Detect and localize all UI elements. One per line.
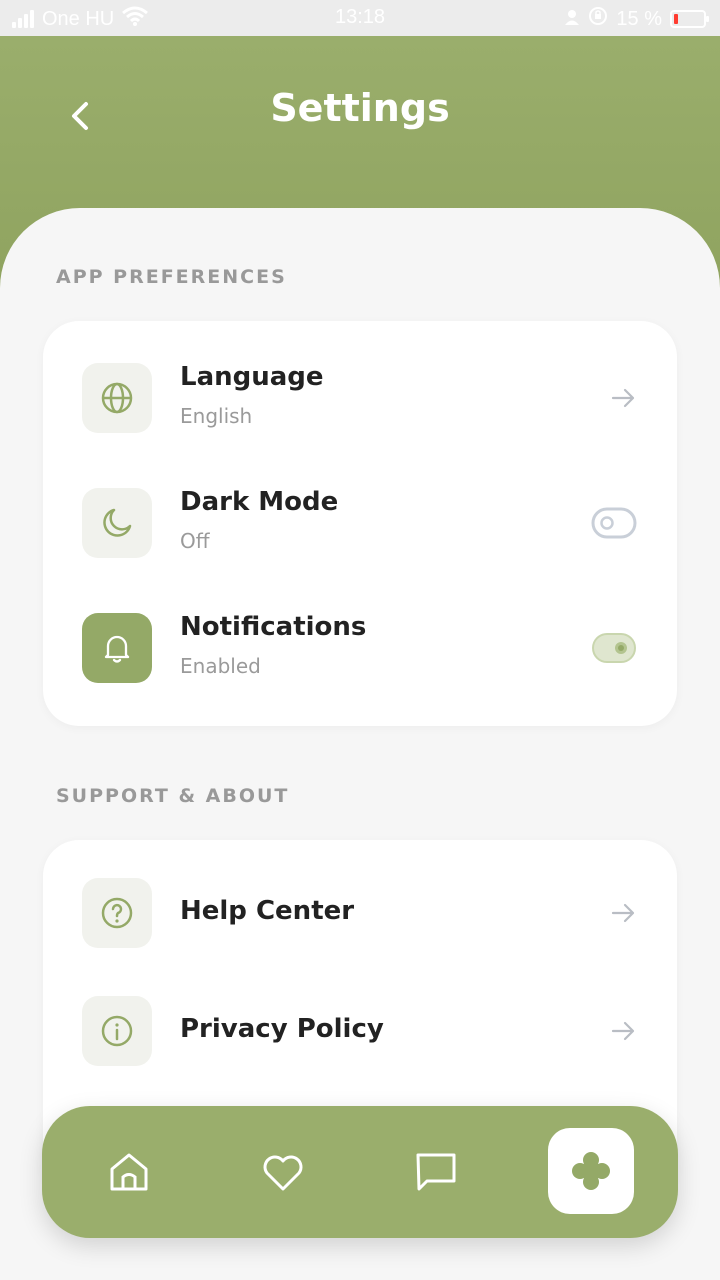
nav-favorites[interactable] [253,1142,313,1202]
setting-title: Privacy Policy [180,1014,384,1044]
app-preferences-card: Language English Dark Mode Off Notificat… [43,321,677,726]
nav-settings[interactable] [548,1128,634,1214]
setting-title: Dark Mode [180,487,339,517]
setting-subtitle: Enabled [180,654,261,678]
nav-messages[interactable] [406,1142,466,1202]
arrow-right-icon [611,388,635,408]
globe-icon [82,363,152,433]
status-right: 15 % [564,6,709,32]
home-icon [110,1153,148,1191]
arrow-right-icon [611,1021,635,1041]
page-title: Settings [270,86,450,130]
setting-subtitle: English [180,404,253,428]
heart-icon [263,1155,303,1191]
battery-percent: 15 % [616,7,662,30]
nav-home[interactable] [99,1142,159,1202]
setting-row-privacy-policy[interactable]: Privacy Policy [43,981,677,1081]
chat-icon [416,1153,456,1191]
arrow-right-icon [611,903,635,923]
setting-row-help-center[interactable]: Help Center [43,863,677,963]
settings-flower-icon [572,1152,610,1190]
notifications-toggle[interactable] [591,630,637,666]
setting-row-dark-mode[interactable]: Dark Mode Off [43,473,677,573]
setting-subtitle: Off [180,529,210,553]
status-bar: One HU 13:18 15 % [0,0,720,36]
rotation-lock-icon [588,6,608,32]
section-label-app-preferences: APP PREFERENCES [56,266,287,288]
setting-title: Notifications [180,612,367,642]
bell-icon [82,613,152,683]
section-label-support-about: SUPPORT & ABOUT [56,785,290,807]
setting-title: Language [180,362,324,392]
question-icon [82,878,152,948]
setting-row-language[interactable]: Language English [43,348,677,448]
info-icon [82,996,152,1066]
moon-icon [82,488,152,558]
setting-title: Help Center [180,896,355,926]
setting-row-notifications[interactable]: Notifications Enabled [43,598,677,698]
bottom-nav [42,1106,678,1238]
dark-mode-toggle[interactable] [591,505,637,541]
battery-icon [670,10,709,28]
person-icon [564,8,580,31]
